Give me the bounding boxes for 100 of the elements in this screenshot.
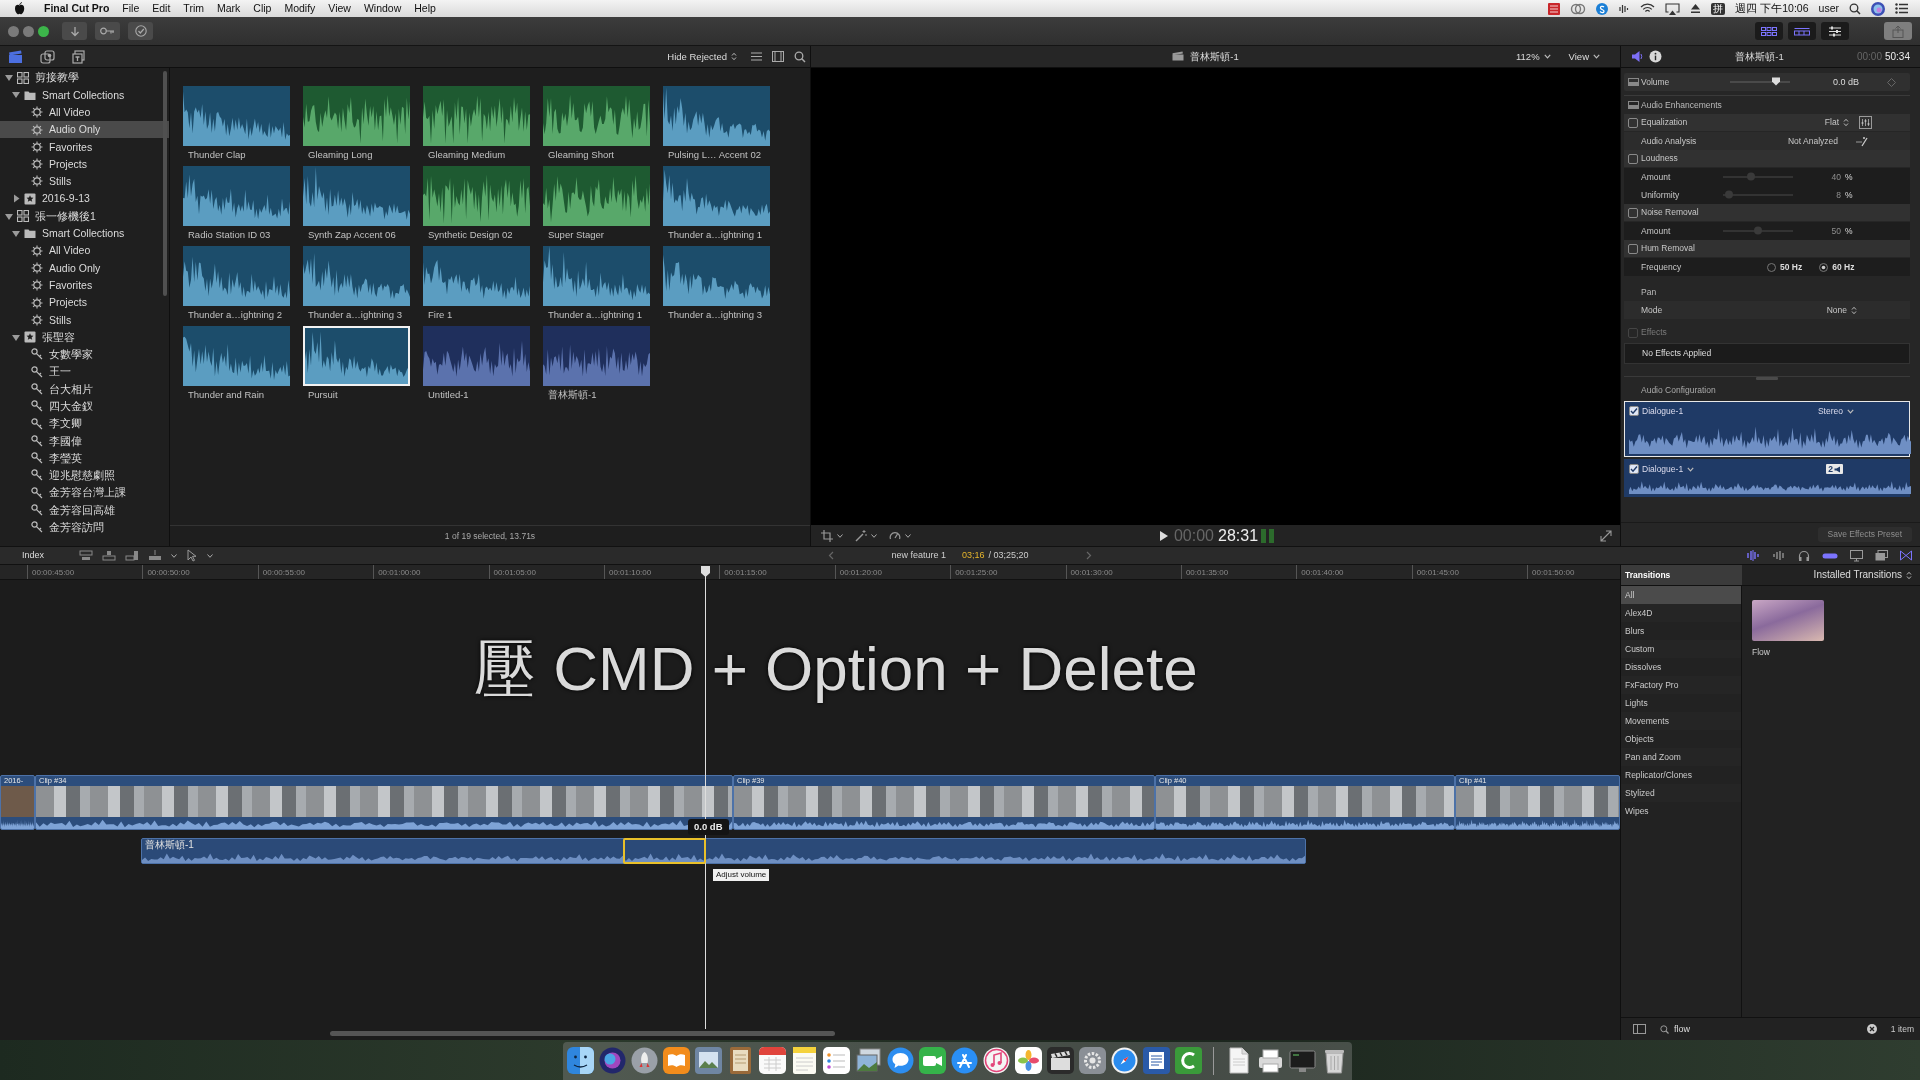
checkbox[interactable] xyxy=(1629,464,1639,474)
menu-clock[interactable]: 週四 下午10:06 xyxy=(1735,2,1809,15)
bar-with-tick-icon[interactable] xyxy=(148,550,163,561)
caret-icon[interactable] xyxy=(905,533,911,538)
bowtie-icon[interactable] xyxy=(1900,550,1912,561)
menu-item[interactable]: Window xyxy=(363,2,402,15)
zoom-popup[interactable]: 112% xyxy=(1516,50,1551,63)
slider-thumb[interactable] xyxy=(1753,226,1763,235)
photo-stack-icon[interactable] xyxy=(855,1047,882,1074)
checkbox[interactable] xyxy=(1629,406,1639,416)
chevron-down-icon[interactable] xyxy=(1687,466,1695,472)
audio-clip-thumbnail[interactable] xyxy=(423,166,530,226)
orb-icon[interactable] xyxy=(599,1047,626,1074)
sidebar-item[interactable]: 張一修機後1 xyxy=(0,207,169,225)
audio-clip[interactable]: 普林斯頓-1 xyxy=(141,838,1306,864)
menu-item[interactable]: Clip xyxy=(253,2,272,15)
document-tile-icon[interactable] xyxy=(1143,1047,1170,1074)
triangle-strokes-icon[interactable] xyxy=(951,1047,978,1074)
orb-icon[interactable] xyxy=(1871,1,1885,16)
picture-frame-icon[interactable] xyxy=(695,1047,722,1074)
sidebar-item[interactable]: 金芳容訪問 xyxy=(0,518,169,536)
sidebar-item[interactable]: 張聖容 xyxy=(0,328,169,346)
audio-clip-thumbnail[interactable] xyxy=(663,86,770,146)
striped-tile-icon[interactable] xyxy=(1548,2,1561,15)
popup-menu[interactable]: Flat xyxy=(1824,117,1849,128)
rings-icon[interactable] xyxy=(1570,2,1587,15)
swirl-circle-icon[interactable] xyxy=(1596,2,1609,15)
search-icon[interactable] xyxy=(794,50,806,63)
input-method-indicator[interactable]: 拼 xyxy=(1711,2,1726,15)
menu-item[interactable]: View xyxy=(328,2,351,15)
range-selection[interactable] xyxy=(623,838,706,864)
keyword-button[interactable] xyxy=(95,22,120,40)
disclosure-triangle-icon[interactable] xyxy=(10,228,22,238)
clear-icon[interactable] xyxy=(1866,1024,1877,1034)
notebook-icon[interactable] xyxy=(727,1047,754,1074)
menu-item[interactable]: Edit xyxy=(152,2,171,15)
source-popup[interactable]: Installed Transitions xyxy=(1813,565,1912,585)
audio-clip-thumbnail[interactable] xyxy=(543,166,650,226)
audio-clip-thumbnail[interactable] xyxy=(303,86,410,146)
compass-icon[interactable] xyxy=(1111,1047,1138,1074)
audio-bars-icon[interactable] xyxy=(1618,2,1631,15)
sidebar-item[interactable]: Projects xyxy=(0,155,169,173)
app-menu[interactable]: Final Cut Pro xyxy=(44,2,110,15)
printer-icon[interactable] xyxy=(1257,1047,1284,1074)
sidebar-item[interactable]: 金芳容回高雄 xyxy=(0,501,169,519)
audio-clip-thumbnail[interactable] xyxy=(183,326,290,386)
sidebar-item[interactable]: 2016-9-13 xyxy=(0,190,169,208)
sidebar-item[interactable]: Favorites xyxy=(0,276,169,294)
capsule-icon[interactable] xyxy=(1822,551,1838,560)
monitor-icon[interactable] xyxy=(1850,549,1863,562)
slider-thumb[interactable] xyxy=(1724,190,1734,199)
sidebar-item[interactable]: 台大相片 xyxy=(0,380,169,398)
audio-clip-thumbnail[interactable] xyxy=(663,246,770,306)
eject-icon[interactable] xyxy=(1690,3,1702,14)
audio-clip-thumbnail[interactable] xyxy=(303,246,410,306)
slider-thumb[interactable] xyxy=(1746,172,1756,181)
filter-popup[interactable]: Hide Rejected xyxy=(667,50,737,63)
disclosure-triangle-icon[interactable] xyxy=(3,211,15,221)
sidebar-item[interactable]: 女數學家 xyxy=(0,345,169,364)
split-face-icon[interactable] xyxy=(567,1047,594,1074)
fullscreen-icon[interactable] xyxy=(1600,529,1612,542)
sidebar-item[interactable]: Smart Collections xyxy=(0,224,169,242)
audio-channel-panel[interactable]: Dialogue-1 Stereo xyxy=(1624,401,1910,457)
disclosure-triangle-icon[interactable] xyxy=(10,332,22,342)
chevron-right-icon[interactable] xyxy=(1086,551,1092,560)
block-on-bar-icon[interactable] xyxy=(102,550,117,561)
sidebar-item[interactable]: Projects xyxy=(0,293,169,312)
checklist-icon[interactable] xyxy=(823,1047,850,1074)
menu-item[interactable]: Help xyxy=(414,2,436,15)
window-minimize-button[interactable] xyxy=(23,25,34,37)
half-filled-rectangle-icon[interactable] xyxy=(1628,78,1639,86)
sidebar-item[interactable]: Favorites xyxy=(0,138,169,156)
stacked-cards-icon[interactable] xyxy=(72,49,85,64)
chevron-left-icon[interactable] xyxy=(828,551,834,560)
radio-icon[interactable] xyxy=(1767,262,1776,272)
timeline-toggle-button[interactable] xyxy=(1788,22,1816,40)
category-item[interactable]: Objects xyxy=(1621,730,1741,748)
menu-item[interactable]: Modify xyxy=(284,2,316,15)
sidebar-item[interactable]: Stills xyxy=(0,172,169,191)
split-bars-icon[interactable] xyxy=(1746,550,1760,561)
gear-icon[interactable] xyxy=(1079,1047,1106,1074)
category-item[interactable]: All xyxy=(1621,586,1741,604)
audio-clip-thumbnail[interactable] xyxy=(183,86,290,146)
sliders-box-icon[interactable] xyxy=(1859,116,1872,129)
sidebar-item[interactable]: 迎兆慰慈劇照 xyxy=(0,466,169,485)
speech-bubble-icon[interactable] xyxy=(887,1047,914,1074)
wand-icon[interactable] xyxy=(1855,135,1868,147)
bar-over-block-icon[interactable] xyxy=(79,550,94,561)
pinwheel-icon[interactable] xyxy=(1015,1047,1042,1074)
radio-icon[interactable] xyxy=(1819,262,1829,272)
sidebar-item[interactable]: 金芳容台灣上課 xyxy=(0,484,169,502)
bar-end-block-icon[interactable] xyxy=(125,550,140,561)
wifi-icon[interactable] xyxy=(1640,3,1656,14)
audio-clip-thumbnail[interactable] xyxy=(423,86,530,146)
monitor-icon[interactable] xyxy=(1289,1047,1316,1074)
menu-item[interactable]: Mark xyxy=(216,2,241,15)
video-camera-icon[interactable] xyxy=(919,1047,946,1074)
horizontal-scrollbar[interactable] xyxy=(330,1031,835,1036)
info-icon[interactable] xyxy=(1649,50,1662,63)
radio-option[interactable]: 50 Hz xyxy=(1767,261,1803,273)
